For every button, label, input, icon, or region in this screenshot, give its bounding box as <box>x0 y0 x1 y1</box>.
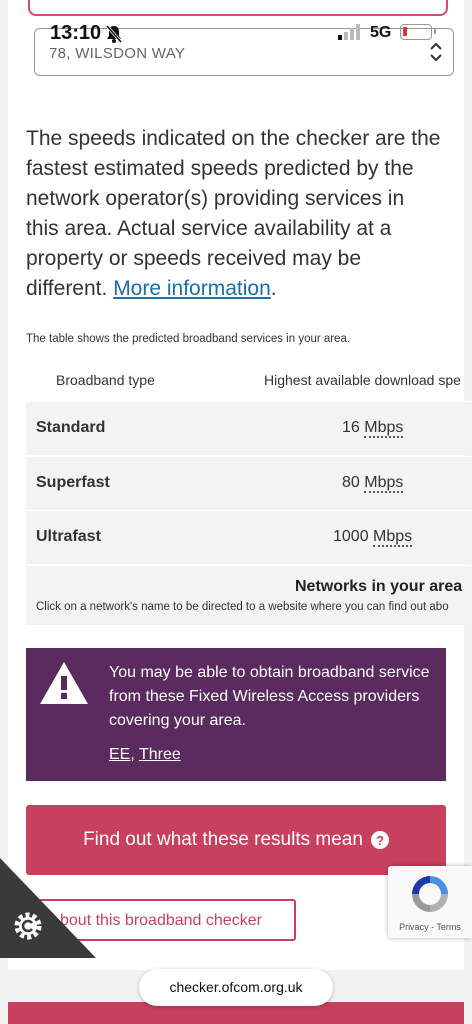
clock: 13:10 <box>50 22 102 44</box>
intro-suffix: . <box>270 277 277 300</box>
network-type: 5G <box>370 24 392 41</box>
recaptcha-icon <box>412 876 448 912</box>
networks-section: Networks in your area Click on a network… <box>26 565 472 625</box>
row-speed: 16 Mbps <box>342 419 404 438</box>
status-bar: 13:10 5G <box>0 18 472 52</box>
warning-icon <box>40 662 88 704</box>
cta-label: Find out what these results mean <box>83 829 363 850</box>
intro-text: The speeds indicated on the checker are … <box>26 127 441 300</box>
more-information-link[interactable]: More information <box>113 277 271 300</box>
silent-bell-icon <box>105 25 123 43</box>
provider-link-three[interactable]: Three <box>139 746 181 763</box>
table-row: Superfast 80 Mbps <box>26 456 472 510</box>
networks-description: Click on a network's name to be directed… <box>36 601 449 613</box>
table-caption: The table shows the predicted broadband … <box>26 333 351 345</box>
terms-link[interactable]: Terms <box>436 922 461 932</box>
signal-icon <box>338 24 360 40</box>
intro-paragraph: The speeds indicated on the checker are … <box>26 124 442 304</box>
row-type: Standard <box>36 419 106 436</box>
table-header: Broadband type Highest available downloa… <box>26 362 472 400</box>
row-type: Superfast <box>36 474 110 491</box>
address-bar[interactable]: checker.ofcom.org.uk <box>139 969 333 1006</box>
networks-title: Networks in your area <box>295 578 463 595</box>
table-row: Ultrafast 1000 Mbps <box>26 510 472 564</box>
unit-abbr: Mbps <box>364 419 404 438</box>
recaptcha-terms: Privacy - Terms <box>399 922 461 932</box>
fwa-provider-links: EE, Three <box>109 746 181 763</box>
cookie-settings-button[interactable] <box>0 858 96 958</box>
row-type: Ultrafast <box>36 528 101 545</box>
row-speed: 80 Mbps <box>342 474 404 493</box>
provider-link-ee[interactable]: EE <box>109 746 130 763</box>
row-speed: 1000 Mbps <box>333 528 413 547</box>
unit-abbr: Mbps <box>373 528 413 547</box>
fwa-notice: You may be able to obtain broadband serv… <box>26 648 446 781</box>
battery-icon <box>400 24 436 40</box>
table-row: Standard 16 Mbps <box>26 401 472 455</box>
privacy-link[interactable]: Privacy <box>399 922 429 932</box>
header-download-speed: Highest available download spe <box>264 372 461 388</box>
fwa-message: You may be able to obtain broadband serv… <box>109 664 430 729</box>
question-circle-icon: ? <box>370 831 389 849</box>
unit-abbr: Mbps <box>364 474 404 493</box>
previous-box-edge <box>28 0 448 16</box>
header-broadband-type: Broadband type <box>56 372 155 388</box>
recaptcha-badge[interactable]: Privacy - Terms <box>388 866 472 938</box>
